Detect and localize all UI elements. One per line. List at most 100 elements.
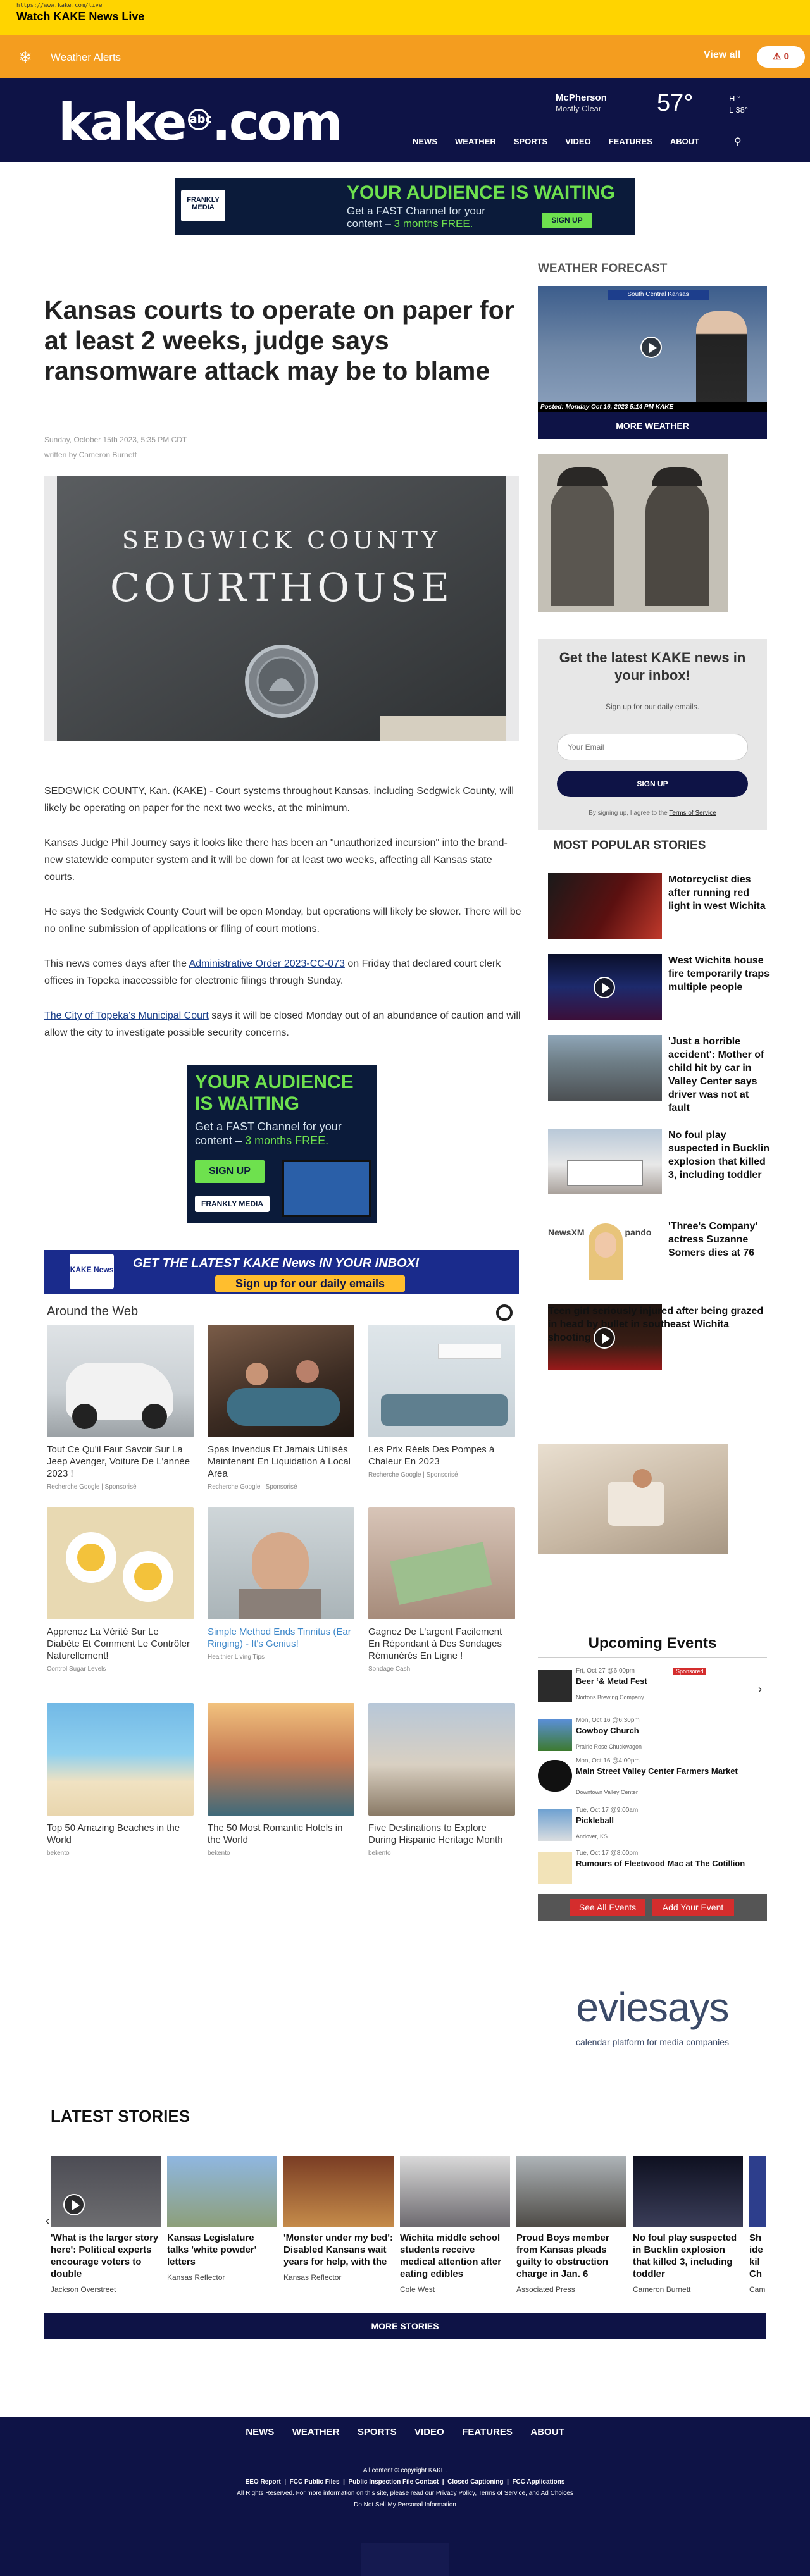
- admin-order-link[interactable]: Administrative Order 2023-CC-073: [189, 958, 345, 969]
- newsletter-banner-cta[interactable]: Sign up for our daily emails: [215, 1275, 405, 1292]
- event-name[interactable]: Pickleball: [576, 1816, 614, 1825]
- footer-nav-news[interactable]: NEWS: [246, 2427, 274, 2437]
- watch-live-link[interactable]: Watch KAKE News Live: [16, 10, 144, 23]
- event-item[interactable]: Mon, Oct 16 @6:30pm Cowboy Church Prairi…: [538, 1716, 767, 1755]
- newsletter-banner[interactable]: KAKE News GET THE LATEST KAKE News IN YO…: [44, 1250, 519, 1294]
- live-bar[interactable]: https://www.kake.com/live Watch KAKE New…: [0, 0, 810, 35]
- nav-news[interactable]: NEWS: [413, 137, 437, 146]
- card-title[interactable]: Five Destinations to Explore During Hisp…: [368, 1822, 515, 1846]
- popular-story[interactable]: 'Just a horrible accident': Mother of ch…: [548, 1035, 770, 1113]
- terms-link[interactable]: Terms of Service: [669, 810, 716, 817]
- weather-forecast-title[interactable]: WEATHER FORECAST: [538, 262, 767, 276]
- story-title[interactable]: No foul play suspected in Bucklin explos…: [668, 1129, 771, 1182]
- latest-story[interactable]: Kansas Legislature talks 'white powder' …: [167, 2156, 277, 2282]
- play-icon[interactable]: [640, 337, 662, 358]
- footer-link-fcc-apps[interactable]: FCC Applications: [512, 2479, 564, 2486]
- event-name[interactable]: Beer ‘& Metal Fest: [576, 1676, 647, 1686]
- event-item[interactable]: Tue, Oct 17 @9:00am Pickleball Andover, …: [538, 1805, 767, 1845]
- card-title[interactable]: Simple Method Ends Tinnitus (Ear Ringing…: [208, 1626, 354, 1650]
- card-title[interactable]: Spas Invendus Et Jamais Utilisés Mainten…: [208, 1444, 354, 1480]
- newsletter-signup-button[interactable]: SIGN UP: [557, 771, 748, 797]
- sponsored-card[interactable]: Les Prix Réels Des Pompes à Chaleur En 2…: [368, 1325, 515, 1478]
- footer-nav-weather[interactable]: WEATHER: [292, 2427, 340, 2437]
- sponsored-card[interactable]: Tout Ce Qu'il Faut Savoir Sur La Jeep Av…: [47, 1325, 194, 1490]
- mid-ad-banner[interactable]: YOUR AUDIENCE IS WAITING Get a FAST Chan…: [187, 1065, 377, 1223]
- nav-weather[interactable]: WEATHER: [455, 137, 496, 146]
- popular-story[interactable]: NewsXM pando 'Three's Company' actress S…: [548, 1220, 770, 1289]
- top-ad-banner[interactable]: FRANKLY MEDIA YOUR AUDIENCE IS WAITING G…: [175, 178, 635, 235]
- footer-link-captioning[interactable]: Closed Captioning: [447, 2479, 503, 2486]
- outbrain-icon[interactable]: [496, 1304, 513, 1321]
- card-title[interactable]: Tout Ce Qu'il Faut Savoir Sur La Jeep Av…: [47, 1444, 194, 1480]
- ad-signup-button[interactable]: SIGN UP: [542, 213, 592, 228]
- eviesays-logo[interactable]: eviesays: [538, 1984, 767, 2031]
- sponsored-card[interactable]: Spas Invendus Et Jamais Utilisés Mainten…: [208, 1325, 354, 1490]
- latest-story[interactable]: 'Monster under my bed': Disabled Kansans…: [284, 2156, 394, 2282]
- popular-story[interactable]: West Wichita house fire temporarily trap…: [548, 954, 770, 1024]
- footer-nav-video[interactable]: VIDEO: [414, 2427, 444, 2437]
- mid-ad-signup-button[interactable]: SIGN UP: [195, 1160, 265, 1183]
- card-title[interactable]: The 50 Most Romantic Hotels in the World: [208, 1822, 354, 1846]
- story-title[interactable]: Proud Boys member from Kansas pleads gui…: [516, 2232, 626, 2280]
- latest-story[interactable]: Sh ide kil Ch Cam: [749, 2156, 766, 2294]
- chevron-left-icon[interactable]: ‹: [46, 2214, 50, 2229]
- event-name[interactable]: Main Street Valley Center Farmers Market: [576, 1766, 766, 1776]
- story-title[interactable]: 'Just a horrible accident': Mother of ch…: [668, 1035, 771, 1115]
- card-title[interactable]: Top 50 Amazing Beaches in the World: [47, 1822, 194, 1846]
- story-title[interactable]: Kansas Legislature talks 'white powder' …: [167, 2232, 277, 2268]
- card-title[interactable]: Apprenez La Vérité Sur Le Diabète Et Com…: [47, 1626, 194, 1662]
- email-field[interactable]: [557, 734, 748, 760]
- story-title[interactable]: 'Monster under my bed': Disabled Kansans…: [284, 2232, 394, 2268]
- sidebar-promo-image[interactable]: [538, 1444, 728, 1554]
- historic-photo-ad[interactable]: [538, 454, 728, 612]
- footer-link-inspection[interactable]: Public Inspection File Contact: [348, 2479, 439, 2486]
- forecast-video[interactable]: South Central Kansas Posted: Monday Oct …: [538, 286, 767, 412]
- sponsored-card[interactable]: The 50 Most Romantic Hotels in the World…: [208, 1703, 354, 1857]
- footer-dnsmpi[interactable]: Do Not Sell My Personal Information: [0, 2501, 810, 2508]
- more-stories-button[interactable]: MORE STORIES: [44, 2313, 766, 2339]
- sponsored-card[interactable]: Simple Method Ends Tinnitus (Ear Ringing…: [208, 1507, 354, 1661]
- event-name[interactable]: Cowboy Church: [576, 1726, 639, 1735]
- story-title[interactable]: Motorcyclist dies after running red ligh…: [668, 873, 771, 913]
- story-title[interactable]: 'Three's Company' actress Suzanne Somers…: [668, 1220, 771, 1260]
- story-title[interactable]: Teen girl seriously injured after being …: [548, 1304, 770, 1344]
- kake-logo[interactable]: kake abc.com: [58, 97, 400, 148]
- story-title[interactable]: No foul play suspected in Bucklin explos…: [633, 2232, 743, 2280]
- topeka-court-link[interactable]: The City of Topeka's Municipal Court: [44, 1010, 209, 1021]
- event-item[interactable]: Fri, Oct 27 @6:00pm Sponsored Beer ‘& Me…: [538, 1666, 767, 1706]
- alerts-count-badge[interactable]: ⚠ 0: [757, 46, 805, 68]
- card-title[interactable]: Gagnez De L'argent Facilement En Réponda…: [368, 1626, 515, 1662]
- footer-nav-features[interactable]: FEATURES: [462, 2427, 513, 2437]
- view-all-link[interactable]: View all: [704, 49, 740, 61]
- nav-about[interactable]: ABOUT: [670, 137, 699, 146]
- story-title[interactable]: West Wichita house fire temporarily trap…: [668, 954, 771, 994]
- story-title[interactable]: Sh ide kil Ch: [749, 2232, 763, 2280]
- event-name[interactable]: Rumours of Fleetwood Mac at The Cotillio…: [576, 1859, 766, 1869]
- see-all-events-button[interactable]: See All Events: [570, 1899, 645, 1916]
- nav-features[interactable]: FEATURES: [609, 137, 652, 146]
- sponsored-card[interactable]: Apprenez La Vérité Sur Le Diabète Et Com…: [47, 1507, 194, 1673]
- latest-story[interactable]: Proud Boys member from Kansas pleads gui…: [516, 2156, 626, 2294]
- latest-story[interactable]: 'What is the larger story here': Politic…: [51, 2156, 161, 2294]
- footer-nav-about[interactable]: ABOUT: [530, 2427, 564, 2437]
- popular-story[interactable]: No foul play suspected in Bucklin explos…: [548, 1129, 770, 1198]
- latest-story[interactable]: No foul play suspected in Bucklin explos…: [633, 2156, 743, 2294]
- footer-link-eeo[interactable]: EEO Report: [246, 2479, 281, 2486]
- sponsored-card[interactable]: Top 50 Amazing Beaches in the World beke…: [47, 1703, 194, 1857]
- add-event-button[interactable]: Add Your Event: [652, 1899, 734, 1916]
- sponsored-card[interactable]: Gagnez De L'argent Facilement En Réponda…: [368, 1507, 515, 1673]
- more-weather-button[interactable]: MORE WEATHER: [538, 412, 767, 439]
- event-item[interactable]: Mon, Oct 16 @4:00pm Main Street Valley C…: [538, 1756, 767, 1804]
- story-title[interactable]: 'What is the larger story here': Politic…: [51, 2232, 161, 2280]
- story-title[interactable]: Wichita middle school students receive m…: [400, 2232, 510, 2280]
- footer-nav-sports[interactable]: SPORTS: [358, 2427, 397, 2437]
- card-title[interactable]: Les Prix Réels Des Pompes à Chaleur En 2…: [368, 1444, 515, 1468]
- search-icon[interactable]: ⚲: [734, 135, 742, 148]
- event-item[interactable]: Tue, Oct 17 @8:00pm Rumours of Fleetwood…: [538, 1848, 767, 1888]
- play-icon[interactable]: [594, 977, 615, 998]
- play-icon[interactable]: [63, 2194, 85, 2215]
- sponsored-card[interactable]: Five Destinations to Explore During Hisp…: [368, 1703, 515, 1857]
- popular-story[interactable]: Motorcyclist dies after running red ligh…: [548, 873, 770, 943]
- footer-link-fcc-public[interactable]: FCC Public Files: [290, 2479, 340, 2486]
- latest-story[interactable]: Wichita middle school students receive m…: [400, 2156, 510, 2294]
